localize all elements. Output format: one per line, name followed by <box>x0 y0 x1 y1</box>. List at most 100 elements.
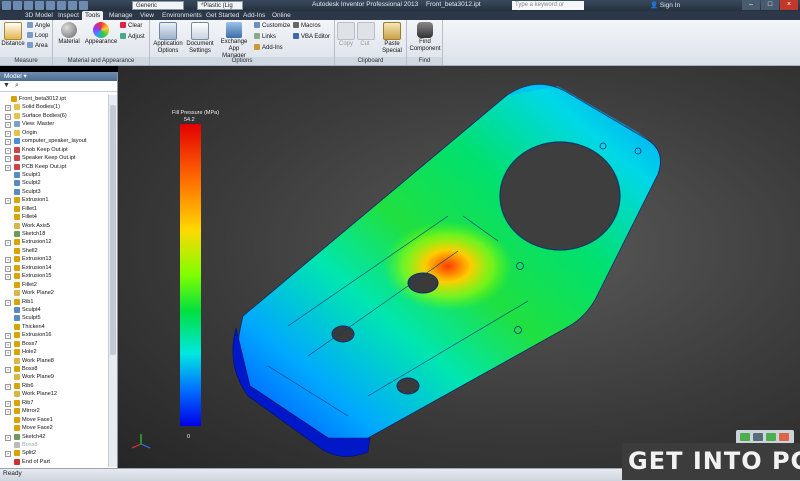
app-menu-icon[interactable] <box>2 1 11 10</box>
analysis-results-icon[interactable] <box>753 433 763 441</box>
add-ins-button[interactable]: Add-Ins <box>254 44 283 52</box>
tree-expander-icon[interactable]: + <box>5 164 11 171</box>
tree-item[interactable]: Work Plane9 <box>0 373 108 381</box>
filter-icon[interactable]: ▼ <box>3 82 10 89</box>
tree-item[interactable]: + Extrusion13 <box>0 255 108 264</box>
undo-icon[interactable] <box>46 1 55 10</box>
tab-add-ins[interactable]: Add-Ins <box>240 11 268 20</box>
angle-button[interactable]: Angle <box>27 22 50 30</box>
appearance-combo[interactable]: *Plastic (Lig <box>197 1 243 10</box>
analysis-close-icon[interactable] <box>779 433 789 441</box>
find-component-button[interactable]: Find Component <box>408 22 442 53</box>
redo-icon[interactable] <box>57 1 66 10</box>
tree-expander-icon[interactable]: + <box>5 113 11 120</box>
tree-expander-icon[interactable]: + <box>5 341 11 348</box>
scrollbar-thumb[interactable] <box>110 105 116 355</box>
tree-item[interactable]: End of Part <box>0 458 108 466</box>
sign-in-button[interactable]: 👤 Sign In <box>650 1 680 9</box>
tree-item[interactable]: Sculpt4 <box>0 306 108 314</box>
appearance-button[interactable]: Appearance <box>84 22 118 46</box>
loop-button[interactable]: Loop <box>27 32 48 40</box>
save-icon[interactable] <box>35 1 44 10</box>
tree-item[interactable]: Sculpt5 <box>0 314 108 322</box>
tree-item[interactable]: + Extrusion16 <box>0 331 108 340</box>
tree-item[interactable]: + Split2 <box>0 449 108 458</box>
tree-item[interactable]: + Solid Bodies(1) <box>0 103 108 112</box>
tree-item[interactable]: Thicken4 <box>0 323 108 331</box>
tree-item[interactable]: Work Axis5 <box>0 222 108 230</box>
tree-item[interactable]: Work Plane12 <box>0 390 108 398</box>
tree-expander-icon[interactable]: + <box>5 400 11 407</box>
tab-online[interactable]: Online <box>269 11 294 20</box>
cut-button[interactable]: Cut <box>357 22 375 48</box>
tree-expander-icon[interactable]: + <box>5 333 11 340</box>
material-combo[interactable]: Generic <box>132 1 184 10</box>
paste-special-button[interactable]: Paste Special <box>379 22 405 55</box>
tree-item[interactable]: + Boss7 <box>0 340 108 348</box>
tab-tools[interactable]: Tools <box>82 11 104 20</box>
tab-3d-model[interactable]: 3D Model <box>22 11 56 20</box>
maximize-button[interactable]: □ <box>761 0 779 10</box>
copy-button[interactable]: Copy <box>336 22 356 48</box>
tree-expander-icon[interactable]: + <box>5 434 11 441</box>
tree-item[interactable]: Sculpt3 <box>0 188 108 196</box>
tree-expander-icon[interactable]: + <box>5 156 11 163</box>
macros-button[interactable]: Macros <box>293 22 321 30</box>
tree-expander-icon[interactable]: + <box>5 367 11 373</box>
tree-item[interactable]: Shell2 <box>0 247 108 255</box>
tree-item[interactable]: + Extrusion15 <box>0 272 108 281</box>
tree-item[interactable]: Boss8 <box>0 441 108 449</box>
links-button[interactable]: Links <box>254 33 276 41</box>
tree-item[interactable]: + Rib6 <box>0 382 108 390</box>
tree-expander-icon[interactable]: + <box>5 257 11 264</box>
adjust-button[interactable]: Adjust <box>120 33 145 41</box>
home-icon[interactable] <box>68 1 77 10</box>
search-input[interactable]: Type a keyword or phrase <box>512 1 584 17</box>
analysis-settings-icon[interactable] <box>766 433 776 441</box>
tree-item[interactable]: + Hole2 <box>0 348 108 357</box>
tree-item[interactable]: Work Plane2 <box>0 289 108 297</box>
tree-item[interactable]: + Origin <box>0 129 108 137</box>
browser-header[interactable]: Model ▾ <box>0 72 117 81</box>
tab-manage[interactable]: Manage <box>106 11 136 20</box>
browser-scrollbar[interactable] <box>108 95 117 467</box>
tree-expander-icon[interactable]: + <box>5 383 11 390</box>
select-icon[interactable] <box>79 1 88 10</box>
close-button[interactable]: × <box>780 0 798 10</box>
clear-button[interactable]: Clear <box>120 22 142 30</box>
open-icon[interactable] <box>24 1 33 10</box>
tree-expander-icon[interactable]: + <box>5 409 11 416</box>
application-options-button[interactable]: Application Options <box>152 22 184 55</box>
tree-item[interactable]: + Sketch42 <box>0 433 108 441</box>
material-button[interactable]: Material <box>55 22 83 46</box>
tree-item[interactable]: + Extrusion14 <box>0 264 108 272</box>
tree-expander-icon[interactable]: + <box>5 130 11 137</box>
tree-expander-icon[interactable]: + <box>5 105 11 112</box>
tree-item[interactable]: Sculpt1 <box>0 171 108 179</box>
distance-button[interactable]: Distance <box>1 22 25 48</box>
tree-expander-icon[interactable]: + <box>5 274 11 281</box>
tree-item[interactable]: + Mirror2 <box>0 407 108 416</box>
exchange-app-manager-button[interactable]: Exchange App Manager <box>216 22 252 60</box>
analysis-play-icon[interactable] <box>740 433 750 441</box>
vba-editor-button[interactable]: VBA Editor <box>293 33 330 41</box>
tree-item[interactable]: + Rib1 <box>0 298 108 306</box>
tree-item[interactable]: Sculpt2 <box>0 179 108 187</box>
tab-get-started[interactable]: Get Started <box>203 11 242 20</box>
tree-expander-icon[interactable]: + <box>5 240 11 247</box>
tab-environments[interactable]: Environments <box>159 11 205 20</box>
tree-item[interactable]: + Extrusion12 <box>0 238 108 247</box>
graphics-viewport[interactable]: ▣ <box>118 66 800 468</box>
customize-button[interactable]: Customize <box>254 22 290 30</box>
tree-expander-icon[interactable]: + <box>5 299 11 306</box>
tree-item[interactable]: + computer_speaker_layout <box>0 137 108 146</box>
tree-expander-icon[interactable]: + <box>5 122 11 129</box>
tree-item[interactable]: + Extrusion1 <box>0 196 108 205</box>
tree-item[interactable]: + PCB Keep Out.ipt <box>0 163 108 171</box>
tree-item[interactable]: + Boss8 <box>0 365 108 373</box>
tree-item[interactable]: Move Face1 <box>0 416 108 424</box>
tree-item[interactable]: Fillet2 <box>0 281 108 289</box>
binoculars-icon[interactable]: ⌕ <box>15 82 19 90</box>
area-button[interactable]: Area <box>27 42 48 50</box>
tree-item[interactable]: Sketch18 <box>0 230 108 238</box>
